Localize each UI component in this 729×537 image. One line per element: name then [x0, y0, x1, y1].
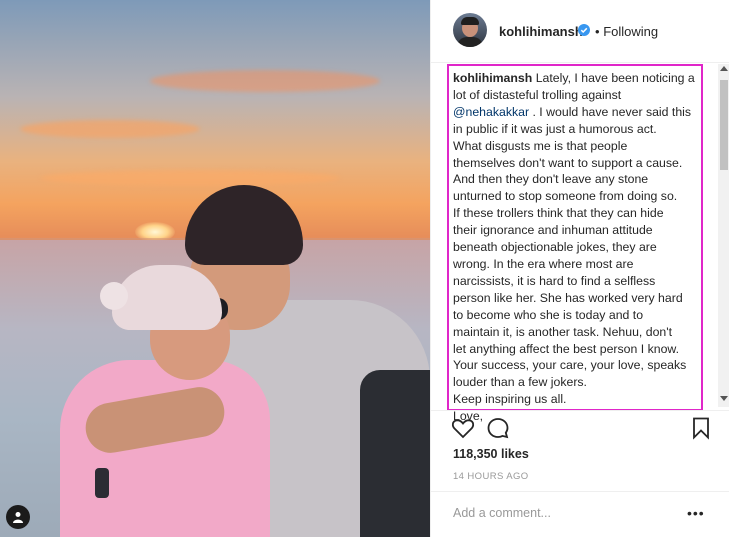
post-side-panel: kohlihimansh • Following kohlihimansh La… — [430, 0, 729, 537]
cloud-streak — [40, 170, 340, 186]
avatar[interactable] — [453, 13, 487, 47]
divider — [431, 491, 729, 492]
post-timestamp[interactable]: 14 HOURS AGO — [453, 471, 529, 482]
cloud-streak — [150, 70, 380, 92]
username-link[interactable]: kohlihimansh — [499, 24, 583, 39]
follow-status[interactable]: • Following — [595, 24, 658, 39]
instagram-post-modal: kohlihimansh • Following kohlihimansh La… — [0, 0, 729, 537]
scroll-down-arrow-icon[interactable] — [720, 396, 728, 401]
backpack — [360, 370, 430, 537]
cloud-streak — [20, 120, 200, 138]
caption-username[interactable]: kohlihimansh — [453, 71, 532, 85]
beanie-hat — [185, 185, 303, 265]
post-photo[interactable] — [0, 0, 430, 537]
heart-icon[interactable] — [451, 416, 475, 440]
comment-bubble-icon[interactable] — [486, 416, 510, 440]
likes-count[interactable]: 118,350 likes — [453, 447, 529, 461]
comment-input[interactable]: Add a comment... — [453, 506, 551, 520]
divider — [431, 410, 729, 411]
post-caption: kohlihimansh Lately, I have been noticin… — [453, 71, 695, 424]
bookmark-icon[interactable] — [689, 416, 713, 440]
scroll-up-arrow-icon[interactable] — [720, 66, 728, 71]
wrist-watch — [95, 468, 109, 498]
following-button[interactable]: Following — [603, 24, 658, 39]
post-header: kohlihimansh • Following — [431, 0, 729, 63]
woman-sweater — [60, 360, 270, 537]
verified-badge-icon — [578, 24, 590, 36]
mention-link[interactable]: @nehakakkar — [453, 105, 529, 119]
scrollbar-thumb[interactable] — [720, 80, 728, 170]
hat-pompom — [100, 282, 128, 310]
user-tag-icon[interactable] — [6, 505, 30, 529]
more-options-button[interactable]: ••• — [687, 505, 705, 521]
